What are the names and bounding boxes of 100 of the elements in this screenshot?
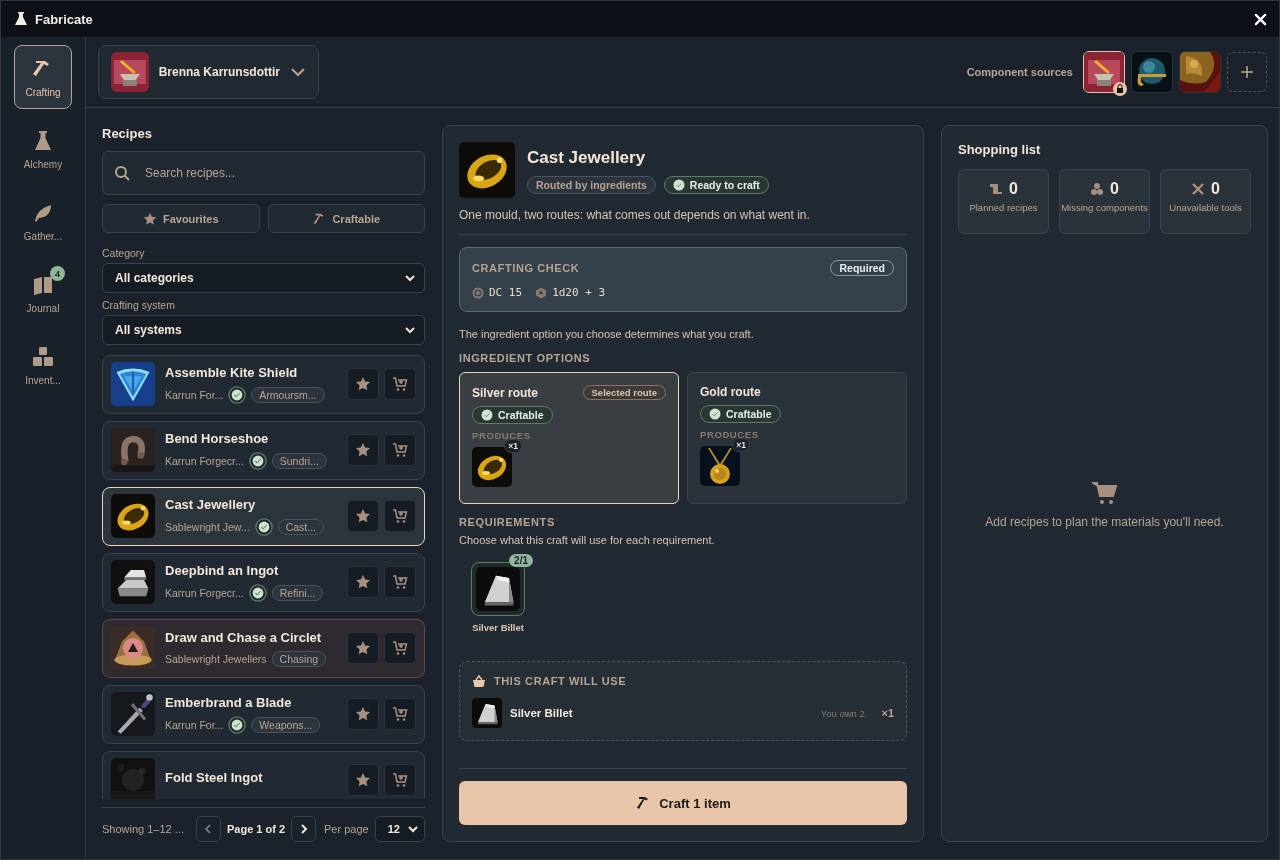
recipe-row[interactable]: Bend Horseshoe Karrun Forgecr... Sundri... xyxy=(102,420,425,480)
add-to-cart-button[interactable] xyxy=(384,632,416,665)
stat-label: Missing components xyxy=(1061,202,1148,214)
cart-plus-icon xyxy=(392,508,408,525)
star-icon xyxy=(355,706,371,723)
route-option-card[interactable]: Silver route Selected route Craftable PRODUCES ×1 xyxy=(459,372,679,504)
close-icon[interactable] xyxy=(1254,12,1267,26)
add-source-button[interactable] xyxy=(1227,52,1267,92)
favourite-button[interactable] xyxy=(347,698,379,731)
nav-tab[interactable]: Journal 4 xyxy=(14,261,72,325)
add-to-cart-button[interactable] xyxy=(384,764,416,797)
dc-value: DC 15 xyxy=(489,286,523,299)
character-selector[interactable]: Brenna Karrunsdottir xyxy=(98,45,319,99)
quantity-badge: ×1 xyxy=(732,438,750,452)
empty-message: Add recipes to plan the materials you'll need. xyxy=(985,514,1224,529)
source-slot[interactable] xyxy=(1179,51,1221,93)
star-icon xyxy=(355,640,371,657)
plus-icon xyxy=(1240,65,1254,79)
cart-plus-icon xyxy=(392,772,408,789)
die-icon xyxy=(535,286,548,299)
stat-value: 0 xyxy=(1211,180,1220,198)
star-icon xyxy=(355,376,371,393)
nav-tab[interactable]: Invent... xyxy=(14,333,72,397)
system-dropdown[interactable]: All systems xyxy=(102,314,425,345)
favourite-button[interactable] xyxy=(347,566,379,599)
recipe-description: One mould, two routes: what comes out depends on what went in. xyxy=(459,208,811,222)
search-field[interactable]: Search recipes... xyxy=(102,151,425,195)
add-to-cart-button[interactable] xyxy=(384,698,416,731)
selected-badge: Selected route xyxy=(582,385,666,400)
recipe-name: Draw and Chase a Circlet xyxy=(165,629,323,645)
recipe-source: Karrun For... xyxy=(165,388,224,401)
category-tag: Cast... xyxy=(277,518,324,535)
stat-label: Planned recipes xyxy=(969,202,1038,214)
recipe-name: Cast Jewellery xyxy=(165,496,257,512)
cart-plus-icon xyxy=(392,574,408,591)
check-icon xyxy=(228,715,247,734)
recipe-row[interactable]: Draw and Chase a Circlet Sablewright Jewellers Chasing xyxy=(102,618,425,678)
stat-label: Unavailable tools xyxy=(1169,202,1242,214)
recipe-name: Deepbind an Ingot xyxy=(165,562,280,578)
next-page-button[interactable] xyxy=(291,816,317,842)
cart-plus-icon xyxy=(392,442,408,459)
filter-button[interactable]: Favourites xyxy=(102,204,260,233)
field-label: Crafting system xyxy=(102,298,176,311)
field-label: Category xyxy=(102,247,146,259)
count-badge: 4 xyxy=(50,266,65,281)
panel-heading: CRAFTING CHECK xyxy=(472,262,580,274)
material-name: Silver Billet xyxy=(510,707,573,719)
count-badge: 2/1 xyxy=(509,554,533,567)
recipe-row[interactable]: Emberbrand a Blade Karrun For... Weapons... xyxy=(102,684,425,744)
star-icon xyxy=(355,442,371,459)
recipe-row[interactable]: Deepbind an Ingot Karrun Forgecr... Refini... xyxy=(102,552,425,612)
category-dropdown[interactable]: All categories xyxy=(102,263,425,293)
recipe-name: Bend Horseshoe xyxy=(165,430,270,446)
results-count: Showing 1–12 ... xyxy=(102,823,184,835)
favourite-button[interactable] xyxy=(347,764,379,797)
section-title: Recipes xyxy=(102,125,153,141)
boxes-icon xyxy=(31,344,55,369)
star-icon xyxy=(355,574,371,591)
per-page-label: Per page xyxy=(324,823,369,835)
add-to-cart-button[interactable] xyxy=(384,566,416,599)
recipe-source: Karrun For... xyxy=(165,718,224,731)
cart-plus-icon xyxy=(392,706,408,723)
route-option-card[interactable]: Gold route Craftable PRODUCES ×1 xyxy=(687,372,907,504)
sources-label: Component sources xyxy=(966,66,1073,78)
check-icon xyxy=(254,517,273,536)
craft-button[interactable]: Craft 1 item xyxy=(459,781,907,825)
recipe-name: Fold Steel Ingot xyxy=(165,769,264,785)
source-slot[interactable] xyxy=(1131,51,1173,93)
recipe-row[interactable]: Fold Steel Ingot xyxy=(102,750,425,799)
category-tag: Armoursm... xyxy=(251,386,325,403)
favourite-button[interactable] xyxy=(347,632,379,665)
category-tag: Refini... xyxy=(271,584,324,601)
check-icon xyxy=(248,583,267,602)
requirements-note: Choose what this craft will use for each requirement. xyxy=(459,534,716,546)
section-heading: REQUIREMENTS xyxy=(459,516,556,528)
nav-tab[interactable]: Gather... xyxy=(14,189,72,253)
recipe-row[interactable]: Cast Jewellery Sablewright Jew... Cast... xyxy=(102,486,425,546)
recipe-name: Emberbrand a Blade xyxy=(165,694,293,710)
nav-tab[interactable]: Crafting xyxy=(14,45,72,109)
craftable-tag: Craftable xyxy=(472,406,553,424)
per-page-dropdown[interactable]: 12 xyxy=(374,816,425,842)
window-title: Fabricate xyxy=(35,11,93,27)
produces-label: PRODUCES xyxy=(472,430,532,441)
nav-tab[interactable]: Alchemy xyxy=(14,117,72,181)
recipe-row[interactable]: Assemble Kite Shield Karrun For... Armoursm... xyxy=(102,354,425,414)
add-to-cart-button[interactable] xyxy=(384,368,416,401)
previous-page-button[interactable] xyxy=(195,816,221,842)
favourite-button[interactable] xyxy=(347,368,379,401)
favourite-button[interactable] xyxy=(347,434,379,467)
requirement-slot[interactable] xyxy=(471,562,525,616)
route-name: Gold route xyxy=(700,385,761,399)
recipe-title: Cast Jewellery xyxy=(527,148,647,168)
stat-value: 0 xyxy=(1110,180,1119,198)
filter-button[interactable]: Craftable xyxy=(267,204,425,233)
route-name: Silver route xyxy=(472,385,539,400)
add-to-cart-button[interactable] xyxy=(384,434,416,467)
cart-plus-icon xyxy=(392,376,408,393)
quantity-badge: ×1 xyxy=(504,439,522,453)
favourite-button[interactable] xyxy=(347,500,379,533)
add-to-cart-button[interactable] xyxy=(384,500,416,533)
